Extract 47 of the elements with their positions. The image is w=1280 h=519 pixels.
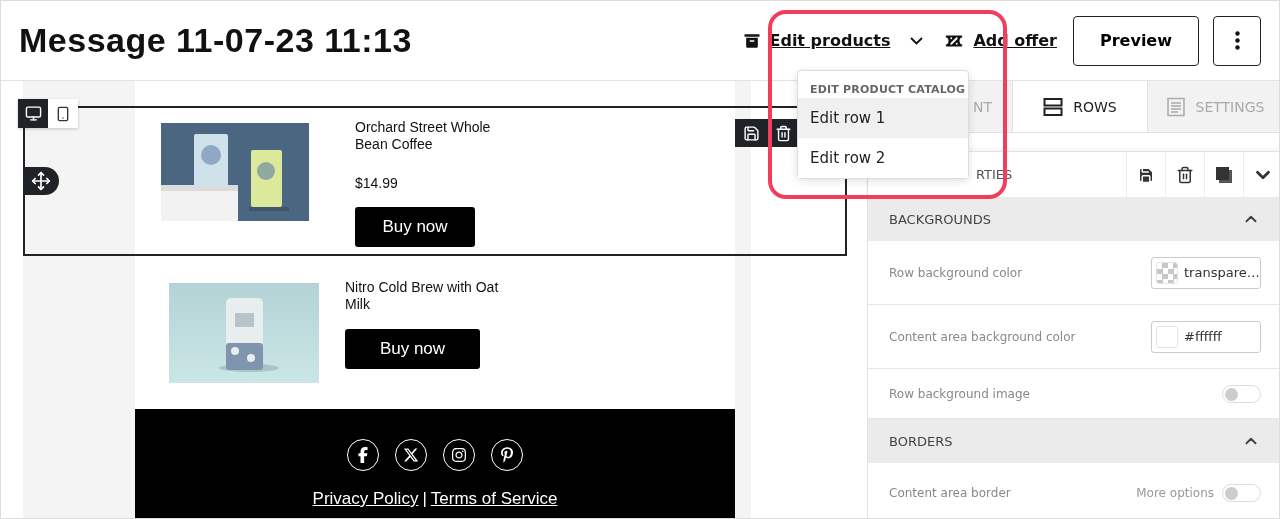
save-button[interactable]: [1126, 151, 1165, 198]
message-title: Message 11-07-23 11:13: [19, 21, 413, 60]
monitor-icon: [24, 105, 42, 122]
buy-now-button[interactable]: Buy now: [345, 329, 480, 369]
duplicate-icon: [1215, 165, 1233, 184]
caret-icon: [910, 36, 924, 45]
privacy-policy-link[interactable]: Privacy Policy: [312, 489, 419, 509]
color-field[interactable]: #ffffff: [1151, 320, 1261, 353]
field-label: Row background color: [889, 265, 1024, 280]
phone-icon: [55, 105, 71, 122]
color-field[interactable]: transpare…: [1151, 256, 1261, 289]
desktop-view-button[interactable]: [18, 99, 48, 128]
duplicate-button[interactable]: [1204, 151, 1243, 198]
menu-heading: EDIT PRODUCT CATALOG: [809, 83, 967, 98]
save-icon: [1137, 165, 1155, 184]
mobile-view-button[interactable]: [48, 99, 78, 128]
trash-icon: [774, 124, 792, 142]
more-icon: [1234, 31, 1240, 50]
section-header[interactable]: BACKGROUNDS: [868, 197, 1279, 241]
link-separator: |: [422, 489, 427, 509]
save-row-button[interactable]: [735, 119, 767, 147]
product-title: Orchard Street Whole Bean Coffee: [355, 119, 492, 153]
toggle-switch[interactable]: [1222, 483, 1261, 502]
preview-button[interactable]: Preview: [1073, 15, 1199, 66]
move-icon: [31, 171, 51, 191]
save-icon: [742, 124, 760, 142]
move-handle[interactable]: [23, 167, 59, 195]
product-title: Nitro Cold Brew with Oat Milk: [345, 279, 500, 313]
trash-icon: [1176, 165, 1194, 184]
rows-icon: [1043, 96, 1064, 117]
field-label: Content area background color: [889, 329, 1077, 344]
terms-link[interactable]: Terms of Service: [430, 489, 558, 509]
toggle-switch[interactable]: [1222, 384, 1261, 403]
menu-item[interactable]: Edit row 1: [798, 98, 968, 138]
color-value: #ffffff: [1184, 329, 1222, 344]
field-label: Content area border: [889, 485, 1012, 500]
delete-button[interactable]: [1165, 151, 1204, 198]
section-header[interactable]: BORDERS: [868, 419, 1279, 463]
color-value: transpare…: [1184, 265, 1260, 280]
more-button[interactable]: [1213, 15, 1261, 66]
more-options-label: More options: [1136, 485, 1214, 500]
menu-item[interactable]: Edit row 2: [798, 138, 968, 178]
collapse-button[interactable]: [1243, 151, 1279, 198]
document-icon: [1165, 96, 1186, 117]
field-label: Row background image: [889, 386, 1031, 401]
buy-now-button[interactable]: Buy now: [355, 207, 475, 247]
product-price: $14.99: [355, 175, 399, 191]
